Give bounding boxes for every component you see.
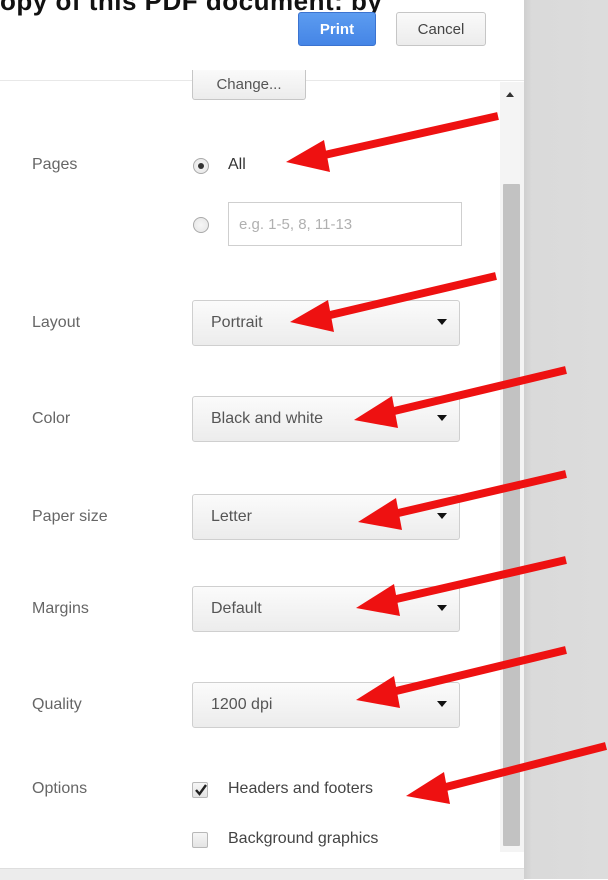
margins-select[interactable]: Default [192, 586, 460, 632]
headers-footers-checkbox[interactable] [192, 782, 208, 798]
scroll-up-arrow-icon[interactable] [506, 92, 514, 97]
layout-label: Layout [32, 314, 81, 331]
bottom-divider [0, 868, 524, 880]
quality-select[interactable]: 1200 dpi [192, 682, 460, 728]
pages-custom-input[interactable] [228, 202, 462, 246]
layout-select[interactable]: Portrait [192, 300, 460, 346]
headers-footers-label: Headers and footers [228, 780, 373, 797]
layout-select-value: Portrait [211, 314, 263, 331]
paper-size-select[interactable]: Letter [192, 494, 460, 540]
paper-size-select-value: Letter [211, 508, 252, 525]
pages-label: Pages [32, 156, 78, 173]
print-button[interactable]: Print [298, 12, 376, 46]
background-graphics-checkbox[interactable] [192, 832, 208, 848]
chevron-down-icon [437, 415, 447, 421]
quality-select-value: 1200 dpi [211, 696, 273, 713]
color-select-value: Black and white [211, 410, 324, 427]
preview-area-background [524, 0, 608, 879]
scrollbar-thumb[interactable] [503, 184, 520, 846]
options-label: Options [32, 780, 88, 797]
cancel-button[interactable]: Cancel [396, 12, 486, 46]
chevron-down-icon [437, 701, 447, 707]
pages-all-label: All [228, 156, 246, 173]
color-select[interactable]: Black and white [192, 396, 460, 442]
background-graphics-label: Background graphics [228, 830, 379, 847]
color-label: Color [32, 410, 71, 427]
change-destination-button[interactable]: Change... [192, 70, 306, 100]
pages-all-radio[interactable] [193, 158, 209, 174]
chevron-down-icon [437, 319, 447, 325]
pages-custom-radio[interactable] [193, 217, 209, 233]
chevron-down-icon [437, 605, 447, 611]
chevron-down-icon [437, 513, 447, 519]
print-settings-panel: opy of this PDF document: by Print Cance… [0, 0, 524, 880]
checkmark-icon [195, 784, 207, 796]
quality-label: Quality [32, 696, 82, 713]
paper-size-label: Paper size [32, 508, 108, 525]
margins-select-value: Default [211, 600, 262, 617]
margins-label: Margins [32, 600, 89, 617]
